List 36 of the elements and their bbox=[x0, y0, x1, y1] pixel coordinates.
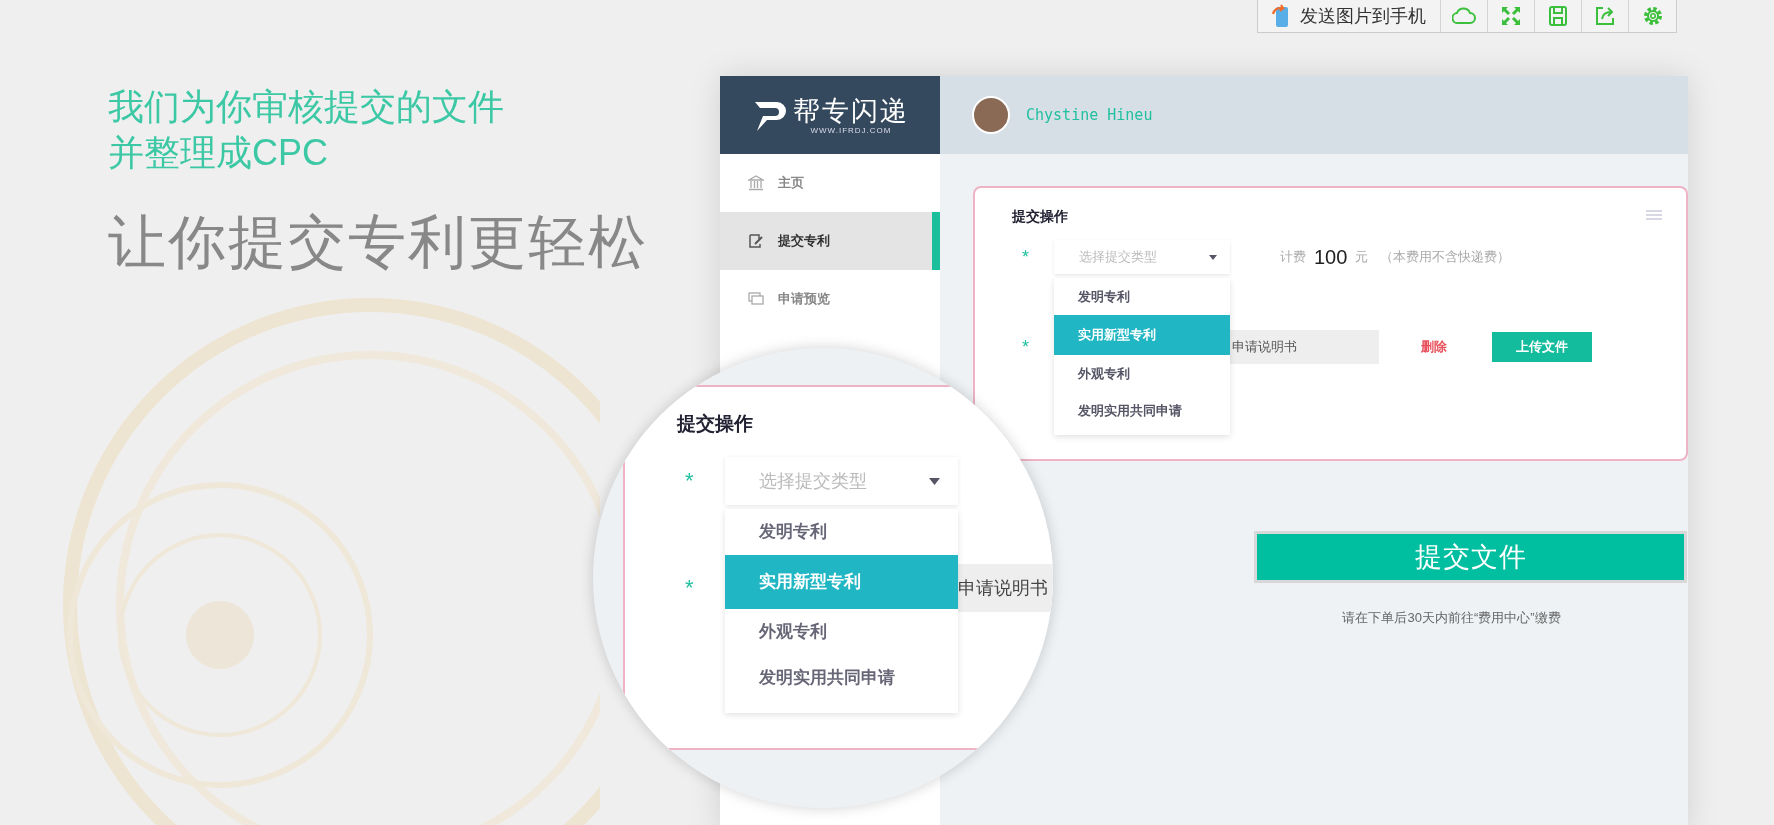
required-mark: * bbox=[684, 574, 695, 602]
fee-label: 计费 bbox=[1280, 248, 1306, 266]
cards-icon bbox=[748, 292, 764, 306]
document-field[interactable]: 申请说明书 bbox=[1230, 330, 1379, 364]
document-field[interactable]: 申请说明书 bbox=[958, 564, 1053, 612]
dropdown-option[interactable]: 发明专利 bbox=[1054, 278, 1230, 315]
fee-note: （本费用不含快递费） bbox=[1380, 248, 1511, 266]
edit-icon bbox=[748, 233, 764, 249]
dropdown-option[interactable]: 发明实用共同申请 bbox=[725, 655, 958, 701]
logo-name: 帮专闪递 bbox=[793, 95, 909, 126]
dropdown-option[interactable]: 外观专利 bbox=[725, 609, 958, 655]
logo-url: WWW.IFRDJ.COM bbox=[810, 125, 892, 135]
headline: 我们为你审核提交的文件 bbox=[108, 85, 505, 129]
sidebar-item[interactable]: 申请预览 bbox=[720, 270, 940, 328]
headline: 并整理成CPC bbox=[108, 131, 329, 175]
caret-icon bbox=[1209, 254, 1217, 260]
delete-link[interactable]: 删除 bbox=[1421, 338, 1447, 356]
fee-unit: 元 bbox=[1355, 248, 1369, 266]
dropdown-option[interactable]: 外观专利 bbox=[1054, 355, 1230, 392]
caret-icon bbox=[929, 477, 940, 485]
dropdown-option[interactable]: 发明实用共同申请 bbox=[1054, 392, 1230, 429]
fee-amount: 100 bbox=[1314, 245, 1348, 269]
menu-icon[interactable] bbox=[1646, 210, 1662, 220]
avatar-placeholder bbox=[972, 96, 1010, 134]
sidebar-item[interactable]: 提交专利 bbox=[720, 212, 940, 270]
required-mark: * bbox=[1021, 336, 1030, 358]
bank-icon bbox=[748, 175, 764, 191]
required-mark: * bbox=[684, 467, 695, 495]
tagline: 让你提交专利更轻松 bbox=[108, 208, 648, 276]
required-mark: * bbox=[1021, 246, 1030, 268]
sidebar-item[interactable]: 主页 bbox=[720, 154, 940, 212]
user-name: Chystine Hineu bbox=[1026, 106, 1153, 124]
card-title: 提交操作 bbox=[1012, 208, 1068, 226]
dropdown-option[interactable]: 发明专利 bbox=[725, 509, 958, 555]
payment-note: 请在下单后30天内前往“费用中心”缴费 bbox=[1341, 609, 1562, 627]
card-title: 提交操作 bbox=[677, 412, 754, 436]
